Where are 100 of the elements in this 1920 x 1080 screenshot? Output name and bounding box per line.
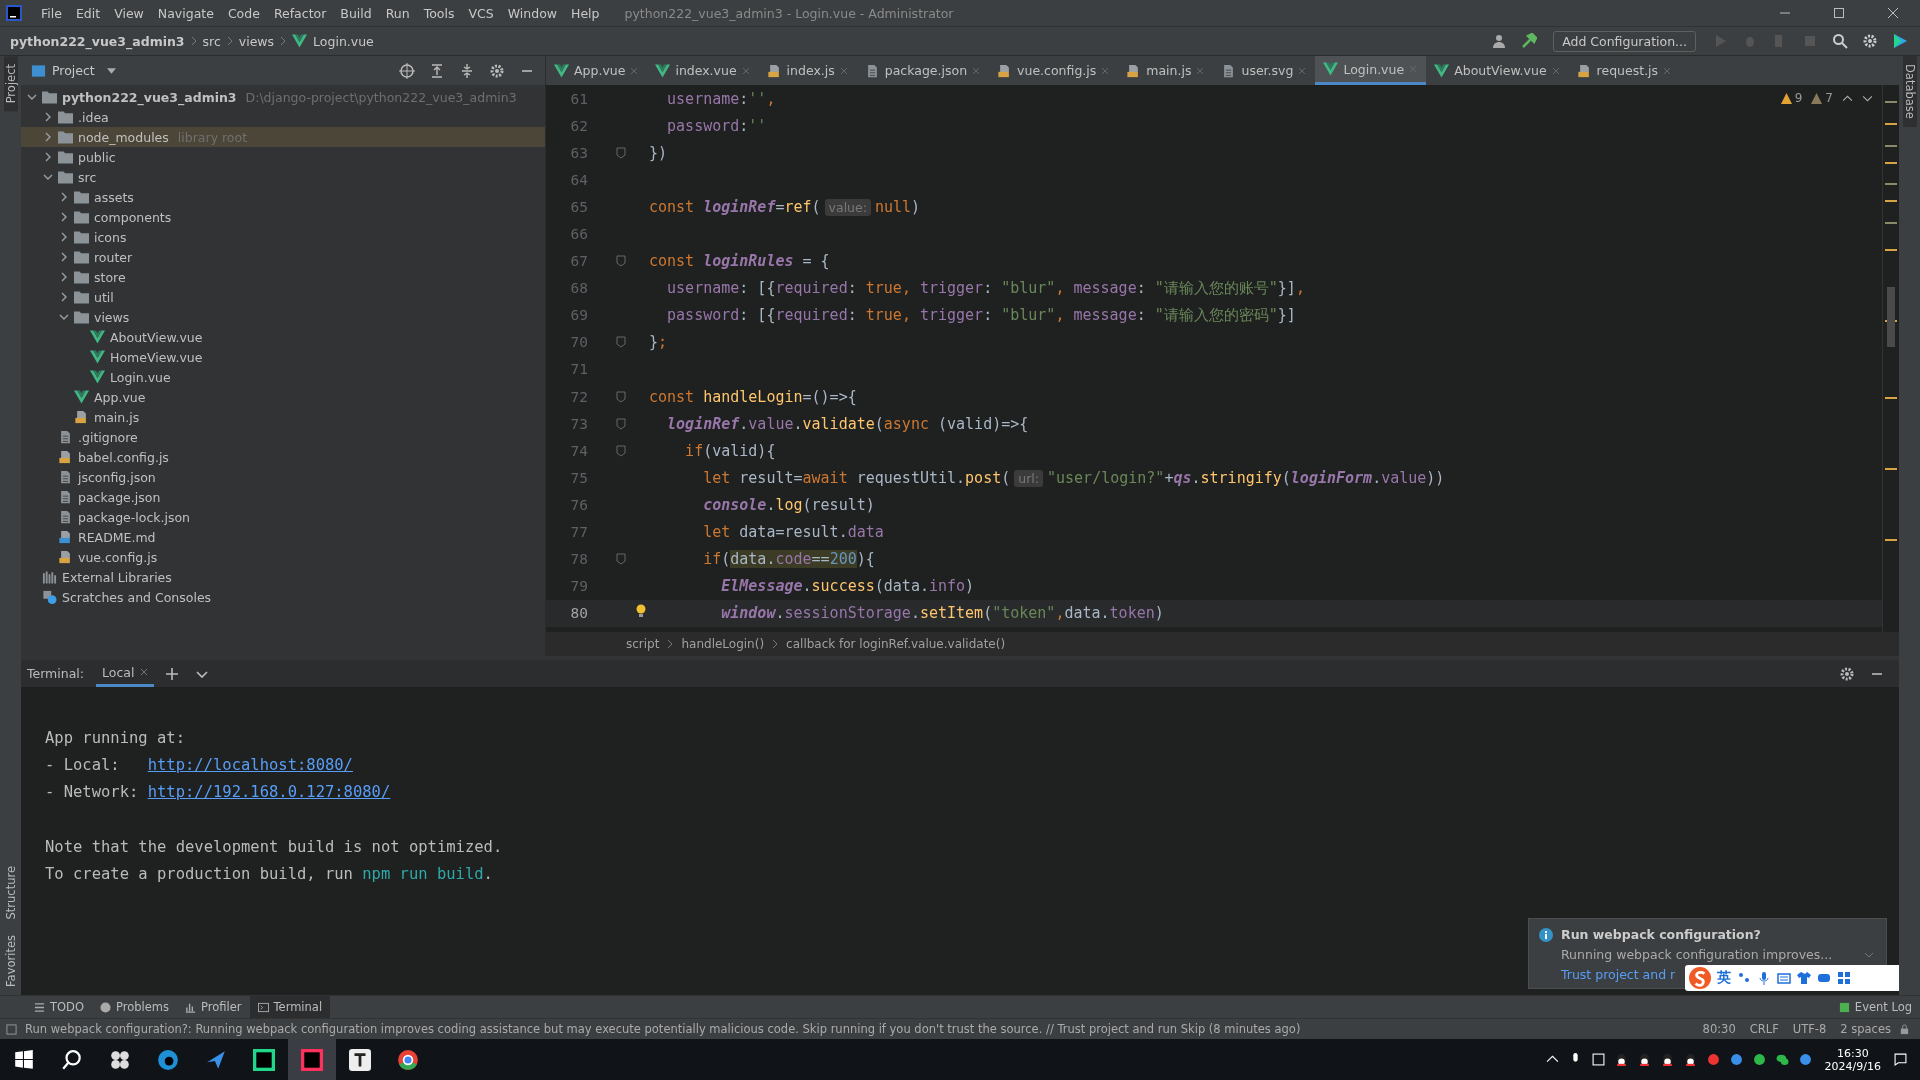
chevron-down-icon[interactable] (27, 92, 37, 102)
run-configuration-button[interactable]: Add Configuration... (1553, 30, 1696, 52)
fold-marker-icon[interactable] (616, 417, 626, 430)
menu-item[interactable]: Help (564, 5, 607, 21)
tray-app-icon[interactable] (1591, 1053, 1605, 1066)
editor-tab[interactable]: package.json (856, 56, 990, 85)
status-message[interactable]: Run webpack configuration?: Running webpack configuration improves coding assistance but may execute potentially malicious code. Skip running if you don't trust the source. // Trust project and run Skip (8 minutes ago) (25, 1022, 1301, 1036)
text-editor-icon[interactable] (349, 1048, 371, 1071)
editor-tab[interactable]: index.js (758, 56, 857, 85)
grid-icon[interactable] (1837, 971, 1851, 985)
tray-app-icon[interactable] (1798, 1053, 1812, 1066)
breadcrumb-item[interactable]: handleLogin() (681, 637, 765, 651)
fold-marker-icon[interactable] (616, 390, 626, 403)
tool-window-button[interactable]: Structure (3, 857, 18, 928)
tree-item[interactable]: README.md (78, 529, 156, 545)
search-icon[interactable] (61, 1048, 83, 1071)
chrome-icon[interactable] (397, 1048, 419, 1071)
terminal-link[interactable]: http://localhost:8080/ (147, 755, 353, 774)
tool-window-tab[interactable]: Problems (92, 996, 177, 1018)
keyboard-icon[interactable] (1777, 971, 1791, 985)
error-stripe-marker[interactable] (1885, 183, 1897, 186)
tree-item[interactable]: package-lock.json (78, 509, 191, 525)
tray-app-icon[interactable] (1706, 1053, 1720, 1066)
tree-item[interactable]: components (94, 209, 172, 225)
warning-count[interactable]: 9 (1794, 91, 1803, 105)
menu-item[interactable]: Tools (416, 5, 462, 21)
tree-item[interactable]: store (94, 269, 126, 285)
editor-tab[interactable]: vue.config.js (989, 56, 1119, 85)
status-item[interactable]: 80:30 (1702, 1022, 1736, 1036)
breadcrumb-item[interactable]: src (202, 33, 221, 49)
lock-icon[interactable] (1899, 1023, 1910, 1035)
error-stripe-marker[interactable] (1885, 161, 1897, 164)
menu-item[interactable]: Navigate (150, 5, 221, 21)
notification-link[interactable]: Trust project and r (1561, 967, 1676, 982)
breadcrumb-item[interactable]: callback for loginRef.value.validate() (786, 637, 1006, 651)
tree-item[interactable]: .idea (78, 109, 109, 125)
lightbulb-icon[interactable] (636, 603, 646, 618)
editor-tab[interactable]: App.vue (546, 56, 648, 85)
expand-all-icon[interactable] (429, 62, 445, 79)
clock-time[interactable]: 16:30 (1836, 1046, 1869, 1060)
status-item[interactable]: CRLF (1749, 1022, 1779, 1036)
punctuation-icon[interactable] (1737, 971, 1751, 985)
tree-item[interactable]: src (78, 169, 97, 185)
menu-item[interactable]: VCS (461, 5, 501, 21)
menu-item[interactable]: Run (378, 5, 417, 21)
chevron-down-icon[interactable] (43, 172, 53, 182)
editor-tab[interactable]: user.svg (1213, 56, 1316, 85)
tree-item[interactable]: util (94, 289, 114, 305)
session-tab[interactable]: Local (96, 660, 155, 687)
error-stripe-marker[interactable] (1885, 467, 1897, 470)
chevron-down-icon[interactable] (59, 312, 69, 322)
tree-item[interactable]: HomeView.vue (110, 349, 203, 365)
tree-item[interactable]: App.vue (94, 389, 146, 405)
menu-item[interactable]: View (107, 5, 151, 21)
error-stripe-marker[interactable] (1885, 396, 1897, 399)
status-item[interactable]: 2 spaces (1840, 1022, 1891, 1036)
tool-window-button[interactable]: Favorites (3, 927, 18, 995)
error-stripe-marker[interactable] (1885, 101, 1897, 104)
browser-icon[interactable] (157, 1048, 179, 1071)
chevron-up-icon[interactable] (1842, 92, 1853, 104)
tree-item[interactable]: .gitignore (78, 429, 138, 445)
tool-window-tab[interactable]: Profiler (177, 996, 250, 1018)
hammer-icon[interactable] (1521, 33, 1538, 49)
tree-item[interactable]: node_modules (78, 129, 169, 145)
tree-item[interactable]: python222_vue3_admin3 (62, 89, 237, 105)
collapse-all-icon[interactable] (459, 62, 475, 79)
menu-item[interactable]: Build (333, 5, 379, 21)
error-stripe-marker[interactable] (1885, 123, 1897, 126)
error-stripe-marker[interactable] (1885, 199, 1897, 202)
settings-icon[interactable] (1862, 33, 1878, 49)
terminal-link[interactable]: http://192.168.0.127:8080/ (147, 783, 391, 802)
notification-icon[interactable] (1894, 1053, 1907, 1066)
shirt-icon[interactable] (1797, 971, 1811, 985)
fold-marker-icon[interactable] (616, 553, 626, 566)
editor-tab[interactable]: main.js (1118, 56, 1214, 85)
menu-item[interactable]: File (34, 5, 69, 21)
caret-down-icon[interactable] (106, 67, 116, 74)
error-stripe-marker[interactable] (1885, 249, 1897, 252)
tree-item[interactable]: babel.config.js (78, 449, 169, 465)
plugin-logo-icon[interactable] (1892, 33, 1908, 49)
tree-item[interactable]: views (94, 309, 130, 325)
fold-marker-icon[interactable] (616, 255, 626, 268)
settings-icon[interactable] (1839, 665, 1855, 682)
pycharm-logo-icon[interactable] (253, 1048, 275, 1071)
editor-tab[interactable]: index.vue (647, 56, 759, 85)
clock-date[interactable]: 2024/9/16 (1824, 1059, 1881, 1073)
tree-item[interactable]: External Libraries (62, 569, 172, 585)
locate-icon[interactable] (399, 62, 415, 79)
maximize-icon[interactable] (1833, 7, 1845, 19)
ime-logo-icon[interactable] (1689, 967, 1711, 989)
tool-window-button[interactable]: Database (1902, 56, 1917, 127)
editor-tab[interactable]: Login.vue (1315, 56, 1427, 85)
editor-tab[interactable]: AboutView.vue (1426, 56, 1569, 85)
close-icon[interactable] (140, 668, 149, 676)
windows-start-icon[interactable] (13, 1048, 35, 1071)
tree-item[interactable]: Scratches and Consoles (62, 589, 212, 605)
breadcrumb-item[interactable]: python222_vue3_admin3 (10, 33, 185, 49)
wechat-icon[interactable] (1775, 1053, 1789, 1066)
menu-item[interactable]: Edit (68, 5, 108, 21)
breadcrumb-item[interactable]: script (626, 637, 660, 651)
